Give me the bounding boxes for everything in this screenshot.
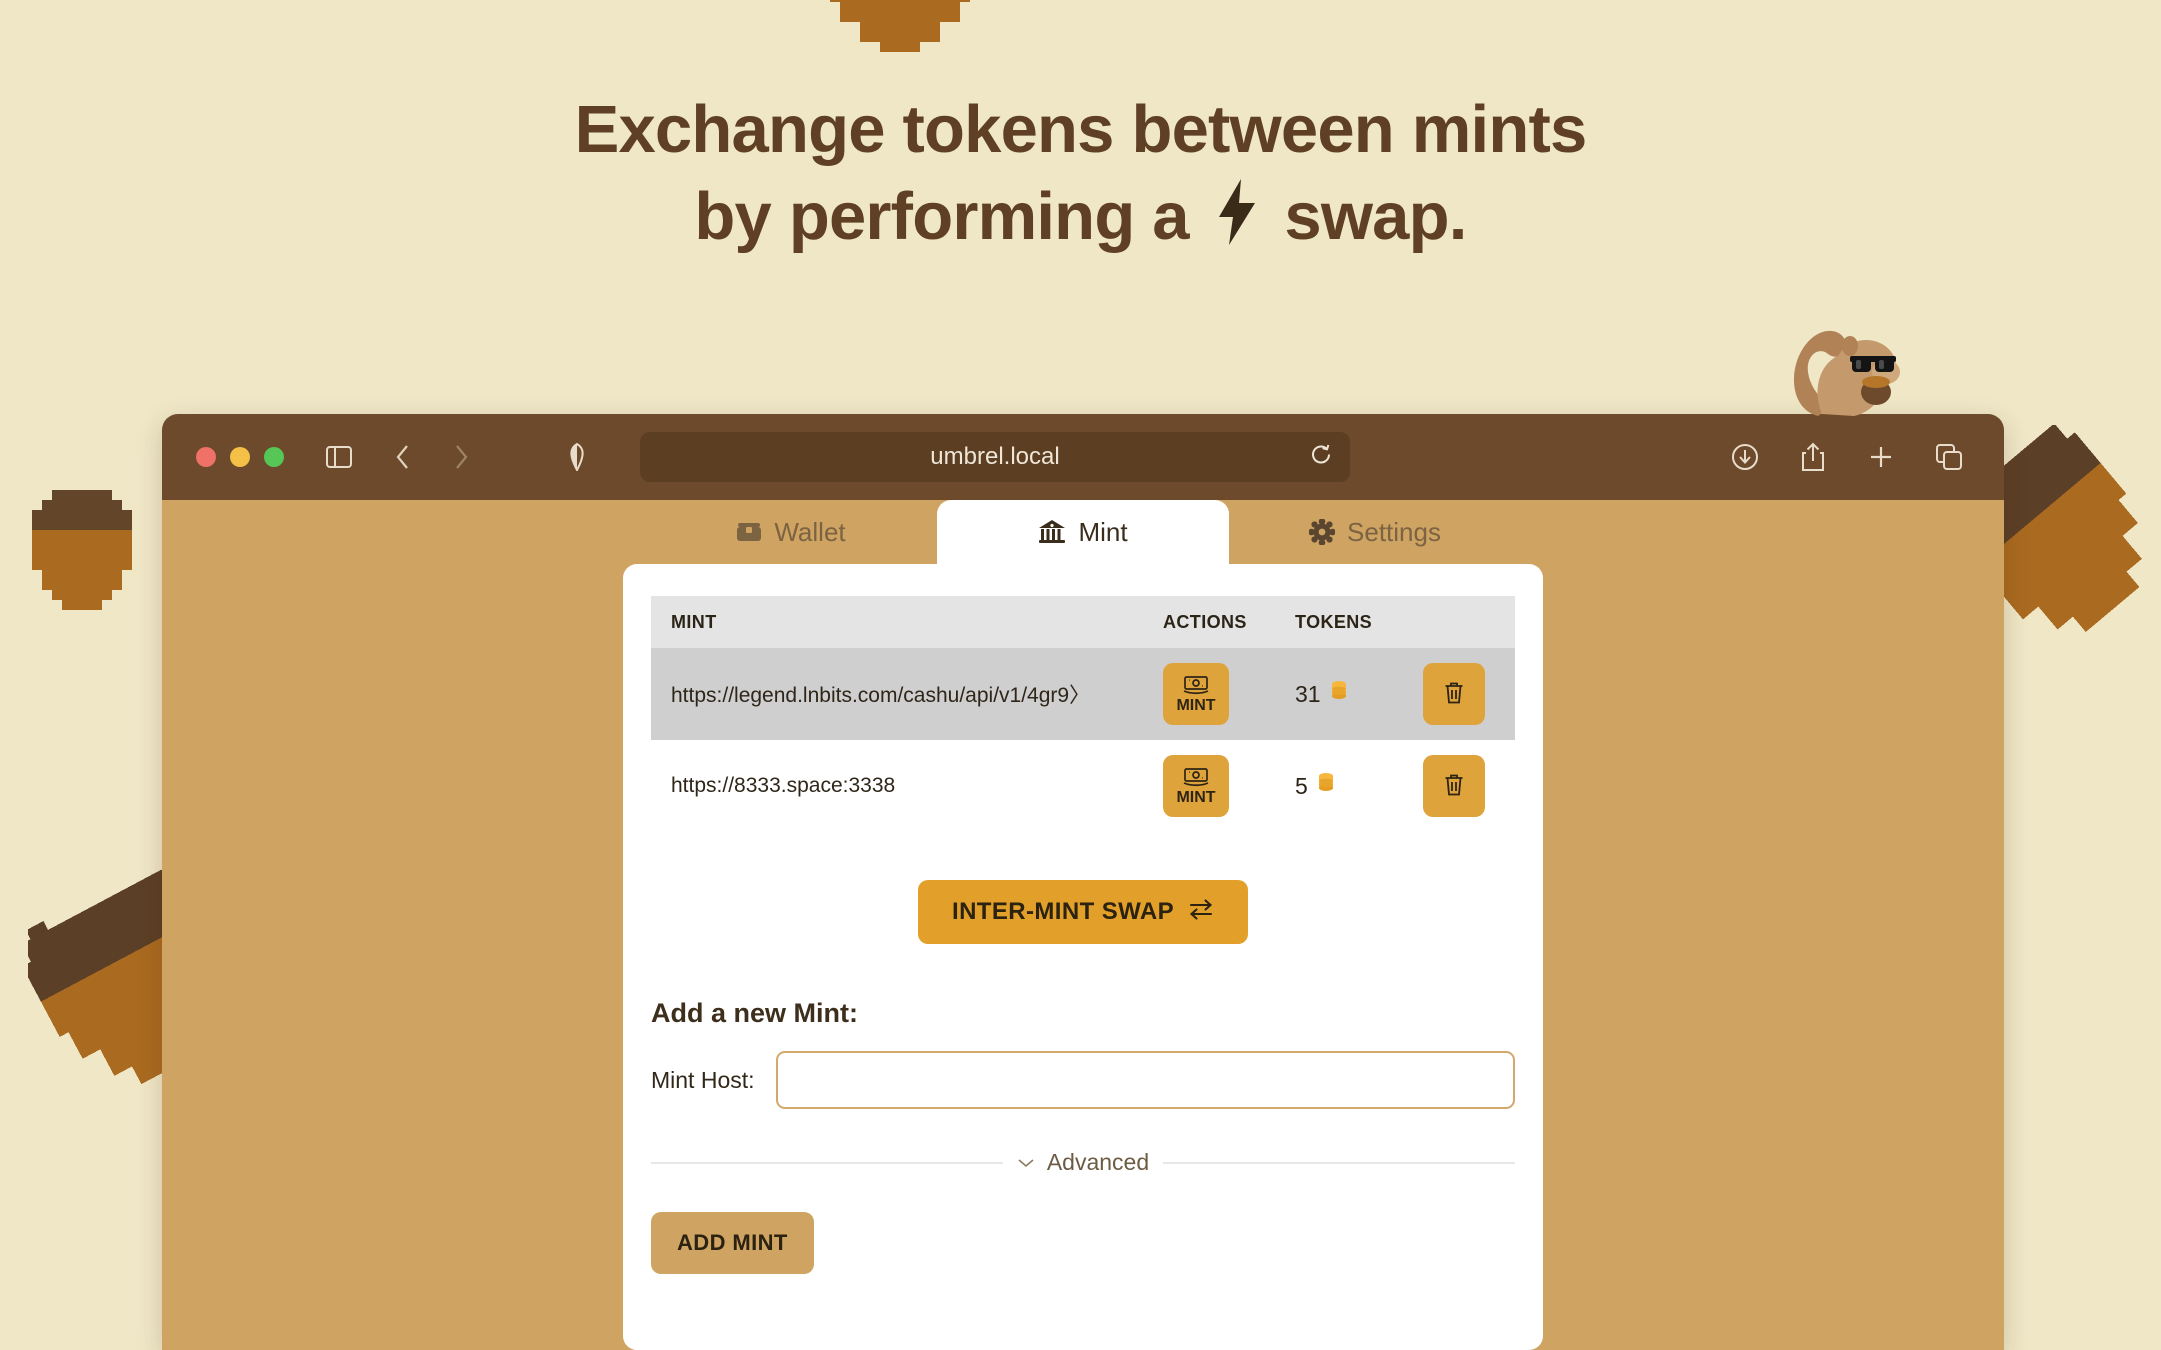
- hero-line-2-before: by performing a: [694, 179, 1189, 255]
- mint-host-label: Mint Host:: [651, 1066, 755, 1093]
- column-header-mint: MINT: [671, 611, 717, 632]
- mint-table: MINT ACTIONS TOKENS https://legend.lnbit…: [623, 596, 1543, 832]
- divider-line-right: [1163, 1161, 1515, 1164]
- hero-headline: Exchange tokens between mints by perform…: [0, 86, 2161, 266]
- bank-icon: [1038, 519, 1066, 545]
- advanced-label: Advanced: [1046, 1149, 1150, 1175]
- close-window-button[interactable]: [196, 447, 216, 467]
- token-count: 31: [1295, 680, 1321, 707]
- acorn-decoration-left-small: [22, 490, 142, 620]
- hero-line-2-after: swap.: [1284, 179, 1467, 255]
- reload-icon[interactable]: [1310, 444, 1332, 471]
- trash-icon: [1443, 773, 1465, 800]
- sidebar-toggle-icon[interactable]: [320, 438, 358, 476]
- new-tab-plus-icon[interactable]: [1862, 438, 1900, 476]
- browser-chrome: umbrel.local: [162, 414, 2004, 500]
- mint-url: https://legend.lnbits.com/cashu/api/v1/4…: [671, 684, 1091, 707]
- browser-window: umbrel.local Wallet Mint Settings MINT A…: [162, 414, 2004, 1350]
- inter-mint-swap-label: INTER-MINT SWAP: [952, 898, 1174, 925]
- acorn-decoration-top: [800, 0, 1000, 92]
- app-tab-bar: Wallet Mint Settings: [162, 500, 2004, 564]
- swap-action-area: INTER-MINT SWAP: [623, 880, 1543, 944]
- table-row[interactable]: https://8333.space:3338 MINT 5: [651, 740, 1515, 832]
- trash-icon: [1443, 681, 1465, 708]
- mint-button-label: MINT: [1176, 788, 1216, 806]
- forward-navigation-icon[interactable]: [442, 438, 480, 476]
- zoom-window-button[interactable]: [264, 447, 284, 467]
- advanced-divider: Advanced: [651, 1149, 1515, 1176]
- back-navigation-icon[interactable]: [384, 438, 422, 476]
- advanced-toggle[interactable]: Advanced: [1017, 1149, 1149, 1176]
- add-mint-button[interactable]: ADD MINT: [651, 1212, 814, 1274]
- privacy-shield-icon[interactable]: [558, 438, 596, 476]
- column-header-tokens: TOKENS: [1295, 611, 1373, 632]
- downloads-icon[interactable]: [1726, 438, 1764, 476]
- banknote-icon: [1182, 767, 1210, 790]
- mint-host-row: Mint Host:: [651, 1051, 1515, 1109]
- add-mint-form: Add a new Mint: Mint Host: Advanced ADD …: [623, 998, 1543, 1274]
- tab-mint[interactable]: Mint: [937, 500, 1229, 564]
- mint-button[interactable]: MINT: [1163, 755, 1229, 817]
- hero-line-2: by performing a swap.: [0, 173, 2161, 266]
- tab-mint-label: Mint: [1078, 516, 1128, 547]
- column-header-actions: ACTIONS: [1163, 611, 1247, 632]
- tab-overview-icon[interactable]: [1930, 438, 1968, 476]
- coin-stack-icon: [1318, 772, 1334, 800]
- coin-stack-icon: [1331, 680, 1347, 708]
- mint-button[interactable]: MINT: [1163, 663, 1229, 725]
- squirrel-mascot: [1778, 308, 1908, 433]
- inter-mint-swap-button[interactable]: INTER-MINT SWAP: [918, 880, 1248, 944]
- hero-line-1: Exchange tokens between mints: [574, 92, 1588, 167]
- window-traffic-lights[interactable]: [196, 447, 284, 467]
- share-icon[interactable]: [1794, 438, 1832, 476]
- delete-mint-button[interactable]: [1423, 663, 1485, 725]
- mint-url: https://8333.space:3338: [671, 774, 896, 797]
- lightning-bolt-icon: [1213, 179, 1261, 266]
- tab-settings[interactable]: Settings: [1229, 500, 1521, 564]
- address-bar[interactable]: umbrel.local: [640, 432, 1350, 482]
- table-header-row: MINT ACTIONS TOKENS: [651, 596, 1515, 648]
- swap-arrows-icon: [1188, 897, 1214, 928]
- token-count: 5: [1295, 772, 1308, 799]
- url-text: umbrel.local: [930, 443, 1060, 470]
- tab-wallet[interactable]: Wallet: [645, 500, 937, 564]
- tab-wallet-label: Wallet: [774, 516, 846, 547]
- minimize-window-button[interactable]: [230, 447, 250, 467]
- mint-card: MINT ACTIONS TOKENS https://legend.lnbit…: [623, 564, 1543, 1350]
- divider-line-left: [651, 1161, 1003, 1164]
- mint-button-label: MINT: [1176, 696, 1216, 714]
- delete-mint-button[interactable]: [1423, 755, 1485, 817]
- banknote-icon: [1182, 675, 1210, 698]
- tab-settings-label: Settings: [1347, 516, 1441, 547]
- wallet-icon: [736, 520, 762, 544]
- add-mint-title: Add a new Mint:: [651, 998, 858, 1028]
- gear-icon: [1309, 519, 1336, 545]
- app-page: Wallet Mint Settings MINT ACTIONS TOKENS…: [162, 500, 2004, 1350]
- chrome-right-tools: [1726, 438, 1976, 476]
- table-row[interactable]: https://legend.lnbits.com/cashu/api/v1/4…: [651, 648, 1515, 740]
- mint-host-input[interactable]: [776, 1051, 1515, 1109]
- chevron-down-icon: [1017, 1154, 1035, 1171]
